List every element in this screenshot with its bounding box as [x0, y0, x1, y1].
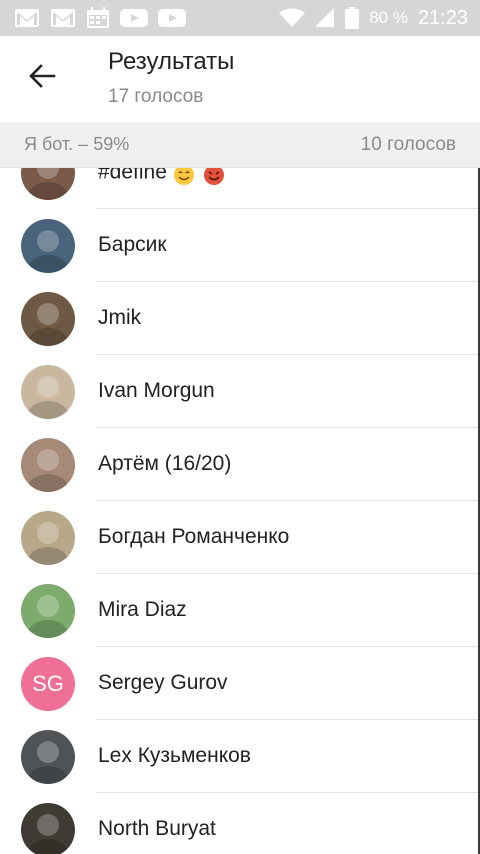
- voter-name-text: Богдан Романченко: [98, 525, 290, 548]
- status-bar: 80 % 21:23: [0, 0, 480, 36]
- page-title: Результаты: [108, 48, 235, 75]
- poll-option-header: Я бот. – 59% 10 голосов: [0, 122, 480, 168]
- voter-name: North Buryat: [98, 817, 216, 841]
- voter-name-text: Ivan Morgun: [98, 379, 215, 402]
- vote-count: 17 голосов: [108, 86, 204, 107]
- avatar: [21, 438, 75, 492]
- voter-list[interactable]: #define Барсик Jmik Ivan Morgun Артём (16/20…: [0, 168, 480, 854]
- signal-icon: [315, 8, 335, 28]
- battery-icon: [345, 7, 360, 29]
- smiling-halo-emoji: [171, 168, 197, 186]
- voter-row[interactable]: Ivan Morgun: [0, 355, 480, 428]
- voter-row[interactable]: Lex Кузьменков: [0, 720, 480, 793]
- voter-name-text: #define: [98, 168, 167, 184]
- voter-name: Sergey Gurov: [98, 671, 228, 695]
- clock: 21:23: [417, 6, 468, 29]
- avatar: [21, 365, 75, 419]
- voter-name-text: Sergey Gurov: [98, 671, 228, 694]
- poll-option-label: Я бот. – 59%: [24, 134, 130, 154]
- system-icons: 80 % 21:23: [279, 7, 468, 30]
- voter-row[interactable]: North Buryat: [0, 793, 480, 854]
- avatar-initials: SG: [32, 671, 64, 696]
- voter-name-text: Lex Кузьменков: [98, 744, 251, 767]
- voter-name-text: Артём (16/20): [98, 452, 232, 475]
- voter-name: Барсик: [98, 233, 167, 257]
- arrow-left-icon: [28, 62, 56, 94]
- wifi-icon: [279, 8, 306, 28]
- voter-name-text: Jmik: [98, 306, 142, 329]
- voter-row[interactable]: Jmik: [0, 282, 480, 355]
- avatar: SG: [21, 657, 75, 711]
- voter-name-text: Барсик: [98, 233, 167, 256]
- gmail-icon: [50, 8, 76, 28]
- voter-row[interactable]: Артём (16/20): [0, 428, 480, 501]
- voter-name-text: Mira Diaz: [98, 598, 187, 621]
- voter-name-text: North Buryat: [98, 817, 216, 840]
- voter-name: Ivan Morgun: [98, 379, 215, 403]
- avatar: [21, 511, 75, 565]
- voter-row[interactable]: Барсик: [0, 209, 480, 282]
- voter-row[interactable]: SG Sergey Gurov: [0, 647, 480, 720]
- voter-name: Артём (16/20): [98, 452, 231, 476]
- avatar: [21, 219, 75, 273]
- voter-row[interactable]: Богдан Романченко: [0, 501, 480, 574]
- app-header: Результаты 17 голосов: [0, 36, 480, 122]
- voter-name: Богдан Романченко: [98, 525, 289, 549]
- option-vote-count: 10 голосов: [360, 133, 456, 155]
- gmail-icon: [14, 8, 40, 28]
- avatar: [21, 584, 75, 638]
- avatar: [21, 292, 75, 346]
- avatar: [21, 730, 75, 784]
- voter-name: Lex Кузьменков: [98, 744, 251, 768]
- voter-row[interactable]: #define: [0, 168, 480, 209]
- notification-icons: [14, 7, 186, 29]
- voter-name: #define: [98, 168, 227, 186]
- youtube-icon: [158, 8, 186, 28]
- smiling-devil-emoji: [201, 168, 227, 186]
- voter-name: Jmik: [98, 306, 141, 330]
- avatar: [21, 803, 75, 854]
- voter-row[interactable]: Mira Diaz: [0, 574, 480, 647]
- avatar: [21, 168, 75, 200]
- back-button[interactable]: [20, 60, 64, 96]
- voter-name: Mira Diaz: [98, 598, 187, 622]
- battery-percent: 80 %: [369, 8, 408, 27]
- calendar-icon: [86, 7, 110, 29]
- youtube-icon: [120, 8, 148, 28]
